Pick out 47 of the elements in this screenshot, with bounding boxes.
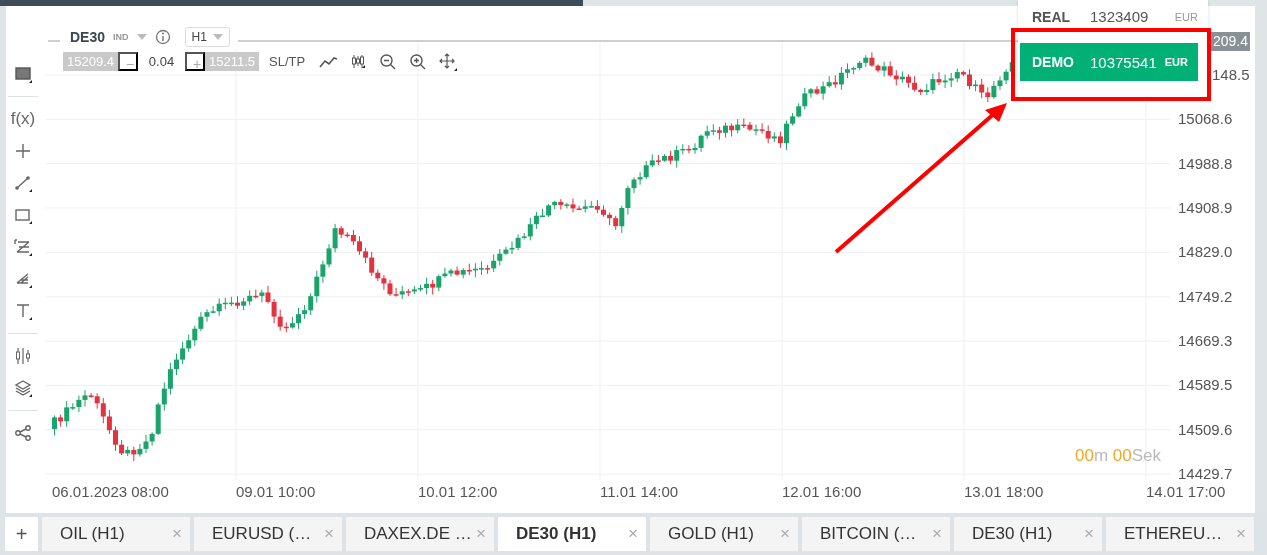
sltp-button[interactable]: SL/TP	[269, 54, 306, 69]
current-price-tag: 209.4	[1211, 32, 1251, 51]
caret-icon	[212, 34, 223, 40]
price-label: 14988.8	[1178, 154, 1233, 172]
time-label: 11.01 14:00	[600, 483, 679, 500]
price-label: 14908.9	[1178, 199, 1233, 217]
time-label: 10.01 12:00	[418, 483, 498, 500]
chart-window-icon[interactable]	[13, 64, 33, 84]
instrument-type: IND	[113, 32, 129, 42]
chart-tab[interactable]: DE30 (H1) ×	[954, 517, 1102, 551]
price-label: 148.5	[1212, 66, 1250, 83]
fibonacci-icon[interactable]	[13, 237, 33, 257]
price-label: 14669.3	[1178, 332, 1233, 350]
price-label: 14749.2	[1178, 287, 1233, 305]
timeframe-dropdown[interactable]: H1	[184, 27, 230, 47]
add-tab-button[interactable]: +	[5, 517, 38, 551]
chart-tab[interactable]: DAXEX.DE … ×	[346, 517, 494, 551]
candlestick-icon[interactable]	[13, 346, 33, 366]
layers-icon[interactable]	[13, 378, 33, 398]
price-label: 15068.6	[1178, 110, 1233, 128]
chart-tab[interactable]: EURUSD (… ×	[194, 517, 342, 551]
candle-countdown: 00m 00Sek	[1075, 446, 1162, 466]
account-option[interactable]: REAL 1323409 EUR	[1018, 3, 1208, 30]
time-label: 06.01.2023 08:00	[52, 483, 169, 500]
chart-tab[interactable]: ETHEREU… ×	[1106, 517, 1254, 551]
price-label: 14589.5	[1178, 376, 1233, 394]
chart-tab[interactable]: DE30 (H1) ×	[498, 517, 646, 551]
indicators-button[interactable]: f(x)	[10, 107, 36, 131]
price-label: 14509.6	[1178, 420, 1233, 438]
zoom-in-icon[interactable]	[409, 52, 428, 71]
trend-line-icon[interactable]	[13, 173, 33, 193]
crosshair-icon[interactable]	[13, 141, 33, 161]
zoom-out-icon[interactable]	[379, 52, 398, 71]
chart-tab[interactable]: GOLD (H1) ×	[650, 517, 798, 551]
instrument-symbol: DE30	[70, 29, 106, 45]
chart-tab[interactable]: OIL (H1) ×	[42, 517, 190, 551]
move-icon[interactable]	[439, 52, 458, 71]
candlestick-icon[interactable]	[351, 53, 368, 70]
time-label: 14.01 17:00	[1146, 483, 1226, 500]
time-label: 13.01 18:00	[964, 483, 1044, 500]
time-label: 12.01 16:00	[782, 483, 862, 500]
price-label: 14829.0	[1178, 243, 1233, 261]
share-icon[interactable]	[13, 423, 33, 443]
info-icon[interactable]	[154, 29, 171, 45]
chart-tab[interactable]: BITCOIN (… ×	[802, 517, 950, 551]
price-label: 14429.7	[1178, 465, 1233, 483]
time-label: 09.01 10:00	[236, 483, 316, 500]
